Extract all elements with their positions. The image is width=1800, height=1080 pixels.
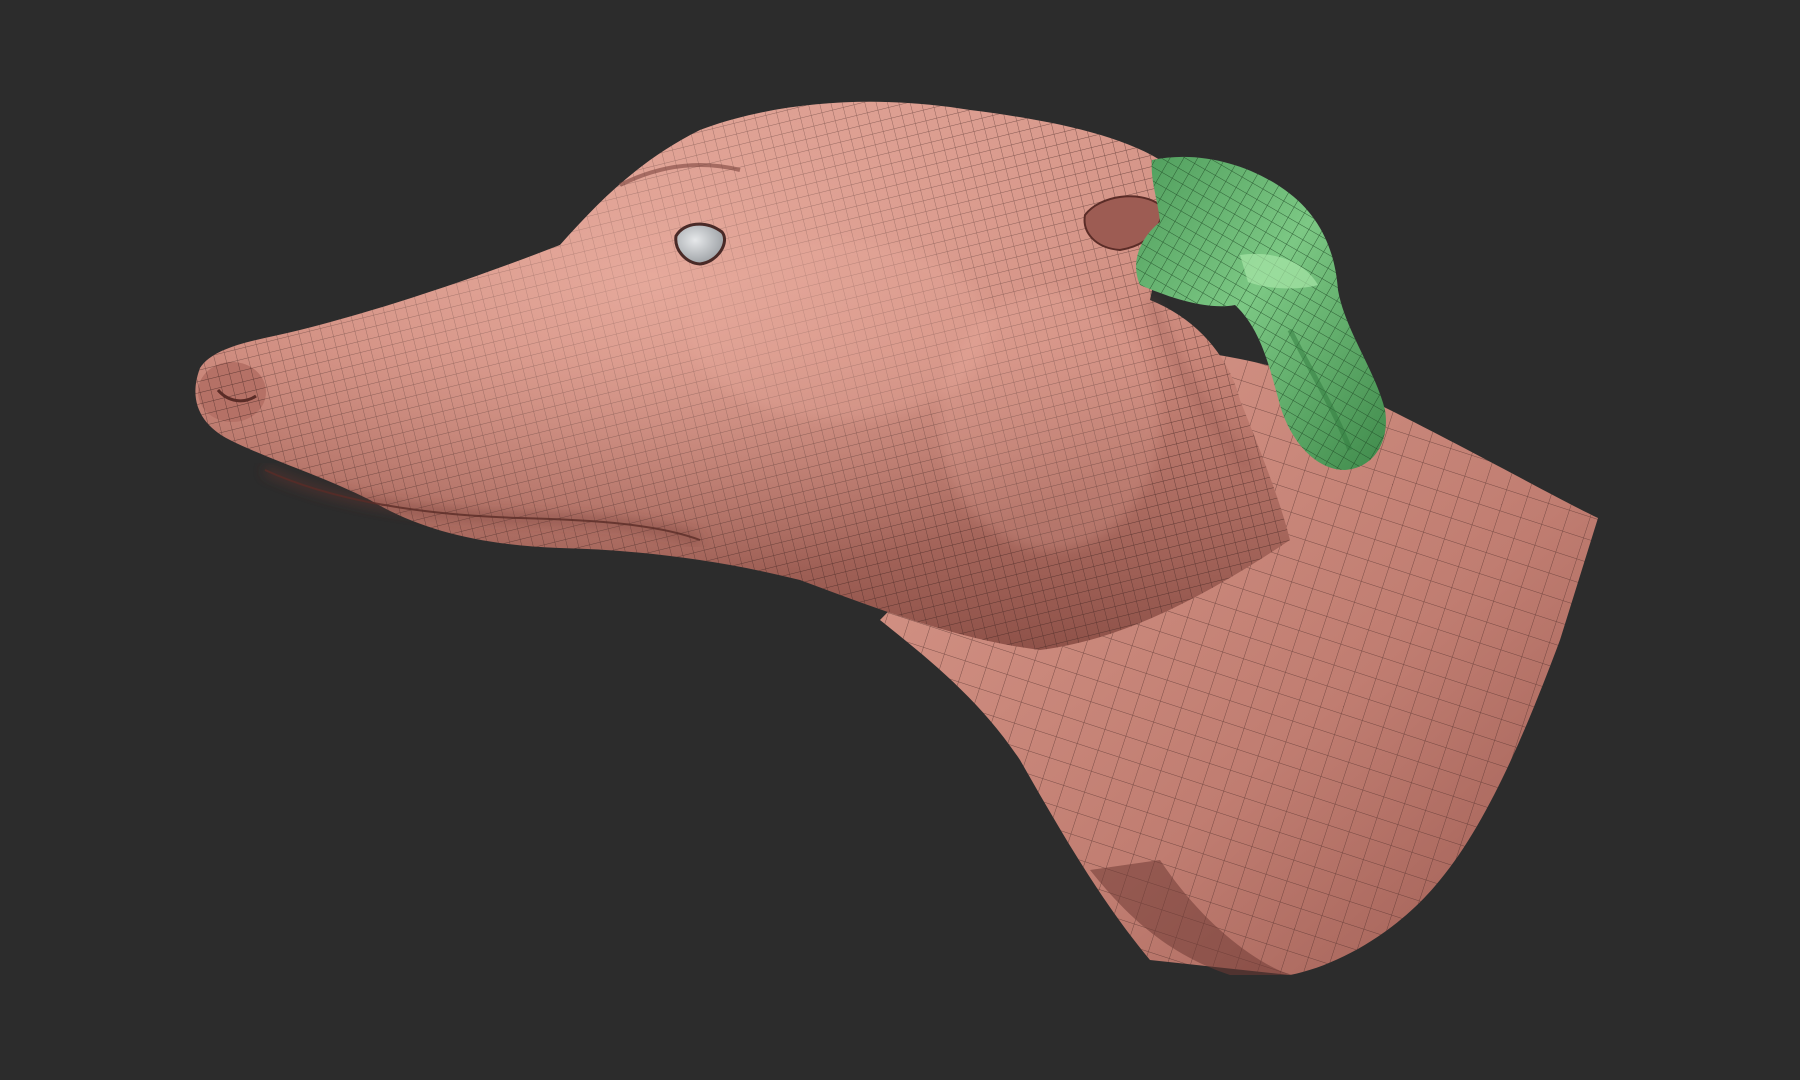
jaw-highlight bbox=[940, 290, 1160, 550]
nose-wireframe bbox=[198, 362, 266, 422]
sculpt-viewport[interactable] bbox=[0, 0, 1800, 1080]
sculpt-canvas[interactable] bbox=[0, 0, 1800, 1080]
greyhound-head-model[interactable] bbox=[195, 101, 1598, 975]
